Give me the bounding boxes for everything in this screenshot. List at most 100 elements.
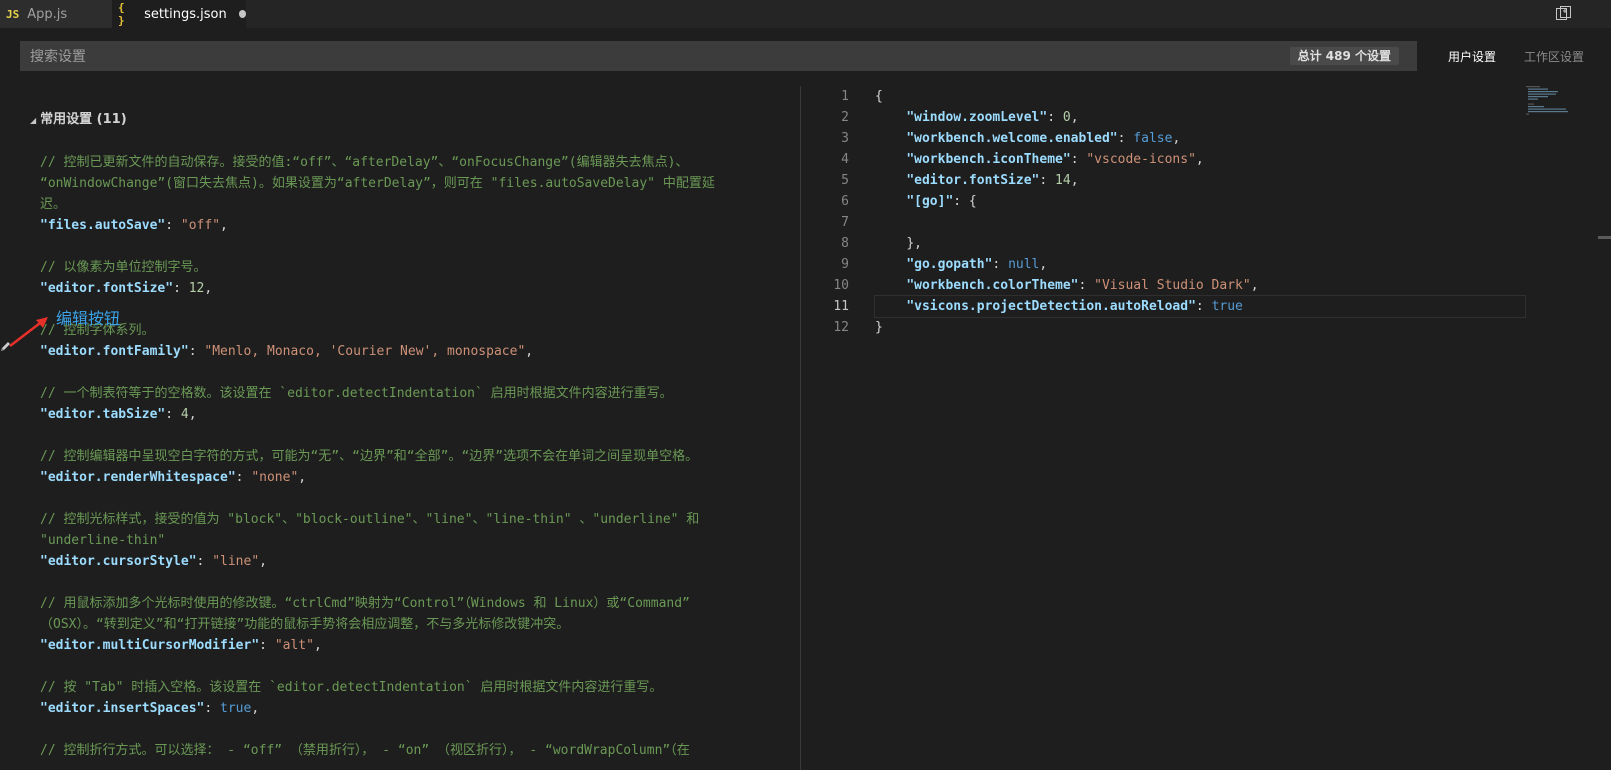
code-comment: // 以像素为单位控制字号。 bbox=[40, 260, 207, 275]
setting-line[interactable]: "editor.fontSize": 12, bbox=[40, 278, 780, 299]
setting-key: "vsicons.projectDetection.autoReload" bbox=[906, 299, 1196, 314]
unsaved-dot-icon[interactable] bbox=[238, 10, 246, 18]
code-comment: // 一个制表符等于的空格数。该设置在 `editor.detectIndent… bbox=[40, 386, 673, 401]
line-number: 9 bbox=[841, 257, 849, 272]
tab-label: App.js bbox=[27, 6, 68, 22]
code-line[interactable]: "[go]": { bbox=[875, 191, 1525, 212]
setting-key: "workbench.welcome.enabled" bbox=[906, 131, 1118, 146]
line-number: 8 bbox=[841, 236, 849, 251]
setting-line[interactable]: "editor.renderWhitespace": "none", bbox=[40, 467, 780, 488]
setting-line[interactable]: "editor.multiCursorModifier": "alt", bbox=[40, 635, 780, 656]
code-comment: // 按 "Tab" 时插入空格。该设置在 `editor.detectInde… bbox=[40, 680, 663, 695]
section-header-common[interactable]: ◢ 常用设置 (11) bbox=[30, 108, 127, 127]
code-comment: // 控制已更新文件的自动保存。接受的值:“off”、“afterDelay”、… bbox=[40, 155, 689, 170]
code-line[interactable]: "go.gopath": null, bbox=[875, 254, 1525, 275]
line-number-gutter: 1 2 3 4 5 6 7 8 9 10 11 12 bbox=[801, 86, 849, 338]
code-comment: // 控制编辑器中呈现空白字符的方式，可能为“无”、“边界”和“全部”。“边界”… bbox=[40, 449, 699, 464]
line-number: 7 bbox=[841, 215, 849, 230]
setting-key: "editor.multiCursorModifier" bbox=[40, 638, 260, 653]
line-number: 3 bbox=[841, 131, 849, 146]
line-number: 10 bbox=[833, 278, 849, 293]
setting-key: "workbench.iconTheme" bbox=[906, 152, 1071, 167]
setting-line[interactable]: "editor.insertSpaces": true, bbox=[40, 698, 780, 719]
setting-line[interactable]: "editor.fontFamily": "Menlo, Monaco, 'Co… bbox=[40, 341, 780, 362]
setting-key: "editor.fontFamily" bbox=[40, 344, 189, 359]
code-comment: // 控制字体系列。 bbox=[40, 323, 155, 338]
code-editor[interactable]: { "window.zoomLevel": 0, "workbench.welc… bbox=[874, 86, 1526, 338]
setting-value: 12 bbox=[188, 281, 205, 296]
setting-key: "editor.renderWhitespace" bbox=[40, 470, 236, 485]
default-settings-code: // 控制已更新文件的自动保存。接受的值:“off”、“afterDelay”、… bbox=[40, 152, 780, 761]
line-number: 2 bbox=[841, 110, 849, 125]
tab-settings-json[interactable]: { } settings.json bbox=[112, 0, 246, 28]
setting-key: "editor.fontSize" bbox=[906, 173, 1040, 188]
setting-key: "editor.cursorStyle" bbox=[40, 554, 197, 569]
line-number: 11 bbox=[833, 299, 849, 314]
code-line[interactable]: "editor.fontSize": 14, bbox=[875, 170, 1525, 191]
search-settings-input[interactable] bbox=[20, 41, 1232, 73]
setting-value: 4 bbox=[180, 407, 189, 422]
code-line[interactable]: "window.zoomLevel": 0, bbox=[875, 107, 1525, 128]
setting-line[interactable]: "editor.tabSize": 4, bbox=[40, 404, 780, 425]
line-number: 12 bbox=[833, 320, 849, 335]
tab-bar: JS App.js { } settings.json bbox=[0, 0, 1611, 28]
setting-key: "editor.tabSize" bbox=[40, 407, 166, 422]
user-settings-editor[interactable]: 1 2 3 4 5 6 7 8 9 10 11 12 { "window.zoo… bbox=[801, 86, 1611, 770]
setting-value: "line" bbox=[212, 554, 260, 569]
setting-value: "vscode-icons" bbox=[1086, 152, 1196, 167]
tab-label: settings.json bbox=[144, 6, 227, 22]
settings-search-bar: 总计 489 个设置 bbox=[20, 41, 1417, 73]
line-number: 1 bbox=[841, 89, 849, 104]
vertical-scrollbar[interactable] bbox=[1598, 236, 1611, 239]
settings-count-badge: 总计 489 个设置 bbox=[1289, 47, 1399, 65]
setting-value: "Visual Studio Dark" bbox=[1094, 278, 1251, 293]
code-line[interactable] bbox=[875, 212, 1525, 233]
line-number: 6 bbox=[841, 194, 849, 209]
tab-workspace-settings[interactable]: 工作区设置 bbox=[1524, 48, 1584, 65]
line-number: 5 bbox=[841, 173, 849, 188]
expanded-triangle-icon: ◢ bbox=[30, 116, 37, 125]
code-comment: （OSX）。“转到定义”和“打开链接”功能的鼠标手势将会相应调整，不与多光标修改… bbox=[40, 617, 570, 632]
setting-key: "[go]" bbox=[906, 194, 954, 209]
code-line[interactable]: { bbox=[875, 86, 1525, 107]
setting-value: 0 bbox=[1062, 110, 1071, 125]
code-comment: // 控制折行方式。可以选择： - “off” （禁用折行）， - “on” （… bbox=[40, 743, 690, 758]
setting-value: 14 bbox=[1055, 173, 1071, 188]
setting-value: false bbox=[1133, 131, 1173, 146]
code-punctuation: }, bbox=[906, 236, 922, 251]
setting-value: "off" bbox=[180, 218, 221, 233]
code-line[interactable]: }, bbox=[875, 233, 1525, 254]
tab-app-js[interactable]: JS App.js bbox=[0, 0, 112, 28]
setting-line[interactable]: "files.autoSave": "off", bbox=[40, 215, 780, 236]
setting-key: "workbench.colorTheme" bbox=[906, 278, 1079, 293]
open-changes-icon[interactable] bbox=[1555, 6, 1571, 22]
edit-button-annotation: 编辑按钮 bbox=[56, 309, 121, 328]
setting-key: "go.gopath" bbox=[906, 257, 993, 272]
setting-key: "editor.fontSize" bbox=[40, 281, 174, 296]
javascript-file-icon: JS bbox=[6, 7, 20, 21]
code-line[interactable]: "workbench.welcome.enabled": false, bbox=[875, 128, 1525, 149]
setting-key: "editor.insertSpaces" bbox=[40, 701, 205, 716]
code-line-current[interactable]: "vsicons.projectDetection.autoReload": t… bbox=[874, 295, 1526, 318]
code-comment: // 控制光标样式，接受的值为 "block"、"block-outline"、… bbox=[40, 512, 700, 527]
setting-value: true bbox=[220, 701, 252, 716]
setting-value: "Menlo, Monaco, 'Courier New', monospace… bbox=[204, 344, 526, 359]
default-settings-pane: ◢ 常用设置 (11) // 控制已更新文件的自动保存。接受的值:“off”、“a… bbox=[0, 86, 800, 770]
setting-key: "files.autoSave" bbox=[40, 218, 166, 233]
edit-pencil-icon[interactable] bbox=[0, 340, 12, 352]
code-line[interactable]: "workbench.iconTheme": "vscode-icons", bbox=[875, 149, 1525, 170]
tab-user-settings[interactable]: 用户设置 bbox=[1448, 48, 1496, 65]
code-comment: 迟。 bbox=[40, 197, 67, 212]
line-number: 4 bbox=[841, 152, 849, 167]
setting-value: "none" bbox=[251, 470, 299, 485]
setting-key: "window.zoomLevel" bbox=[906, 110, 1048, 125]
setting-line[interactable]: "editor.cursorStyle": "line", bbox=[40, 551, 780, 572]
minimap[interactable] bbox=[1526, 86, 1576, 116]
setting-value: "alt" bbox=[274, 638, 314, 653]
code-line[interactable]: } bbox=[875, 317, 1525, 338]
json-file-icon: { } bbox=[118, 1, 125, 27]
code-line[interactable]: "workbench.colorTheme": "Visual Studio D… bbox=[875, 275, 1525, 296]
setting-value: true bbox=[1211, 299, 1243, 314]
setting-value: null bbox=[1008, 257, 1040, 272]
code-comment: "underline-thin" bbox=[40, 533, 166, 548]
